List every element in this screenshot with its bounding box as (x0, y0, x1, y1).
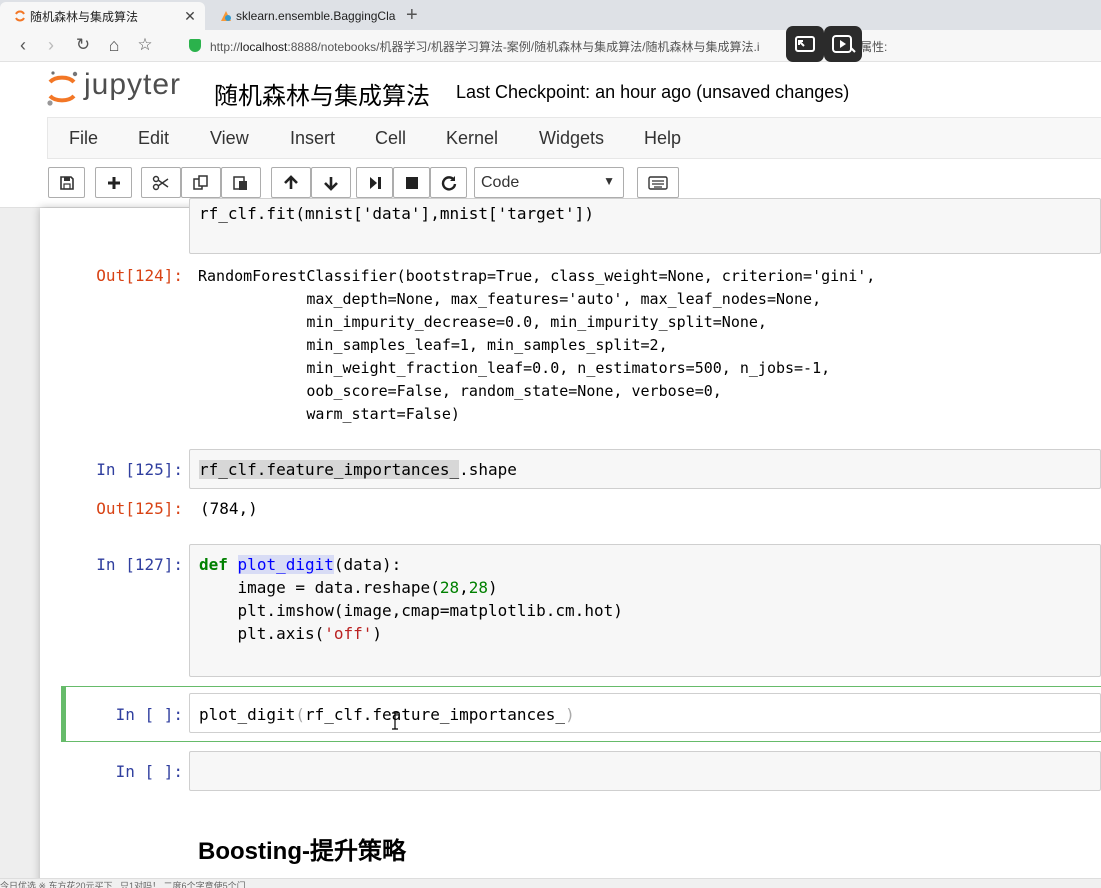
code-cell-empty-input[interactable] (189, 751, 1101, 791)
keyboard-shortcuts-icon[interactable] (637, 167, 679, 198)
url-tail-text: 属性: (860, 40, 888, 54)
address-bar: ‹ › ↻ ⌂ ☆ http://localhost:8888/notebook… (0, 30, 1101, 62)
tab-title: sklearn.ensemble.BaggingCla (236, 9, 396, 23)
new-tab-icon[interactable]: + (406, 4, 418, 27)
interrupt-kernel-icon[interactable] (393, 167, 430, 198)
code-line: plt.imshow(image,cmap=matplotlib.cm.hot) (199, 601, 623, 620)
save-icon[interactable] (48, 167, 85, 198)
output-line: min_impurity_decrease=0.0, min_impurity_… (198, 313, 767, 331)
menu-file[interactable]: File (69, 128, 98, 149)
back-icon[interactable]: ‹ (12, 34, 34, 56)
jupyter-header: jupyter 随机森林与集成算法 Last Checkpoint: an ho… (0, 62, 1101, 117)
move-down-icon[interactable] (311, 167, 351, 198)
out-prompt-125: Out[125]: (96, 499, 183, 518)
menu-kernel[interactable]: Kernel (446, 128, 498, 149)
checkpoint-status: Last Checkpoint: an hour ago (unsaved ch… (456, 82, 850, 102)
code-line: plot_digit(rf_clf.feature_importances_) (199, 705, 575, 724)
close-tab-icon[interactable]: ✕ (183, 8, 197, 25)
jupyter-favicon-icon (15, 10, 25, 22)
cut-icon[interactable] (141, 167, 181, 198)
jupyter-logo-text: jupyter (84, 68, 182, 101)
in-prompt-125: In [125]: (96, 460, 183, 479)
code-line: rf_clf.fit(mnist['data'],mnist['target']… (199, 204, 594, 223)
in-prompt-127: In [127]: (96, 555, 183, 574)
run-cell-icon[interactable] (356, 167, 393, 198)
tab-title: 随机森林与集成算法 (30, 9, 139, 24)
bookmark-star-icon[interactable]: ☆ (134, 34, 156, 56)
reload-icon[interactable]: ↻ (72, 34, 94, 56)
output-line: warm_start=False) (198, 405, 460, 423)
paste-icon[interactable] (221, 167, 261, 198)
browser-tab-bar: 随机森林与集成算法 ✕ sklearn.ensemble.BaggingCla … (0, 0, 1101, 30)
add-cell-icon[interactable] (95, 167, 132, 198)
menu-cell[interactable]: Cell (375, 128, 406, 149)
menu-bar: File Edit View Insert Cell Kernel Widget… (47, 117, 1101, 159)
secure-shield-icon (189, 39, 201, 52)
menu-help[interactable]: Help (644, 128, 681, 149)
jupyter-logo-icon[interactable] (46, 69, 80, 109)
text-cursor-icon (392, 712, 398, 730)
output-line: min_samples_leaf=1, min_samples_split=2, (198, 336, 668, 354)
screen-capture-icon[interactable] (786, 26, 824, 62)
output-line: max_depth=None, max_features='auto', max… (198, 290, 822, 308)
move-up-icon[interactable] (271, 167, 311, 198)
sklearn-favicon-icon (221, 11, 231, 21)
restart-kernel-icon[interactable] (430, 167, 467, 198)
output-line: oob_score=False, random_state=None, verb… (198, 382, 722, 400)
notebook-name[interactable]: 随机森林与集成算法 (214, 76, 430, 111)
cell-type-select[interactable]: Code ▼ (474, 167, 624, 198)
code-line: image = data.reshape(28,28) (199, 578, 498, 597)
code-line: def plot_digit(data): (199, 555, 402, 574)
in-prompt-empty: In [ ]: (115, 705, 183, 724)
tab-notebook[interactable]: 随机森林与集成算法 ✕ (0, 2, 205, 30)
forward-icon[interactable]: › (40, 34, 62, 56)
in-prompt-empty: In [ ]: (115, 762, 183, 781)
output-line: (784,) (200, 499, 258, 518)
bottom-status-strip: 今日优选 ※ 东方花20元买下...只1对吗！ 二度6个字章使5个门 (0, 878, 1101, 888)
output-line: min_weight_fraction_leaf=0.0, n_estimato… (198, 359, 831, 377)
menu-edit[interactable]: Edit (138, 128, 169, 149)
markdown-heading: Boosting-提升策略 (198, 838, 406, 865)
menu-widgets[interactable]: Widgets (539, 128, 604, 149)
copy-icon[interactable] (181, 167, 221, 198)
home-icon[interactable]: ⌂ (103, 34, 125, 56)
code-line: plt.axis('off') (199, 624, 383, 643)
menu-view[interactable]: View (210, 128, 249, 149)
tab-sklearn-docs[interactable]: sklearn.ensemble.BaggingCla (206, 2, 401, 30)
code-line: rf_clf.feature_importances_.shape (199, 460, 517, 479)
url-field[interactable]: http://localhost:8888/notebooks/机器学习/机器学… (210, 38, 759, 55)
chevron-down-icon: ▼ (603, 174, 615, 188)
out-prompt-124: Out[124]: (96, 266, 183, 285)
video-play-icon[interactable] (824, 26, 862, 62)
output-line: RandomForestClassifier(bootstrap=True, c… (198, 267, 876, 285)
menu-insert[interactable]: Insert (290, 128, 335, 149)
